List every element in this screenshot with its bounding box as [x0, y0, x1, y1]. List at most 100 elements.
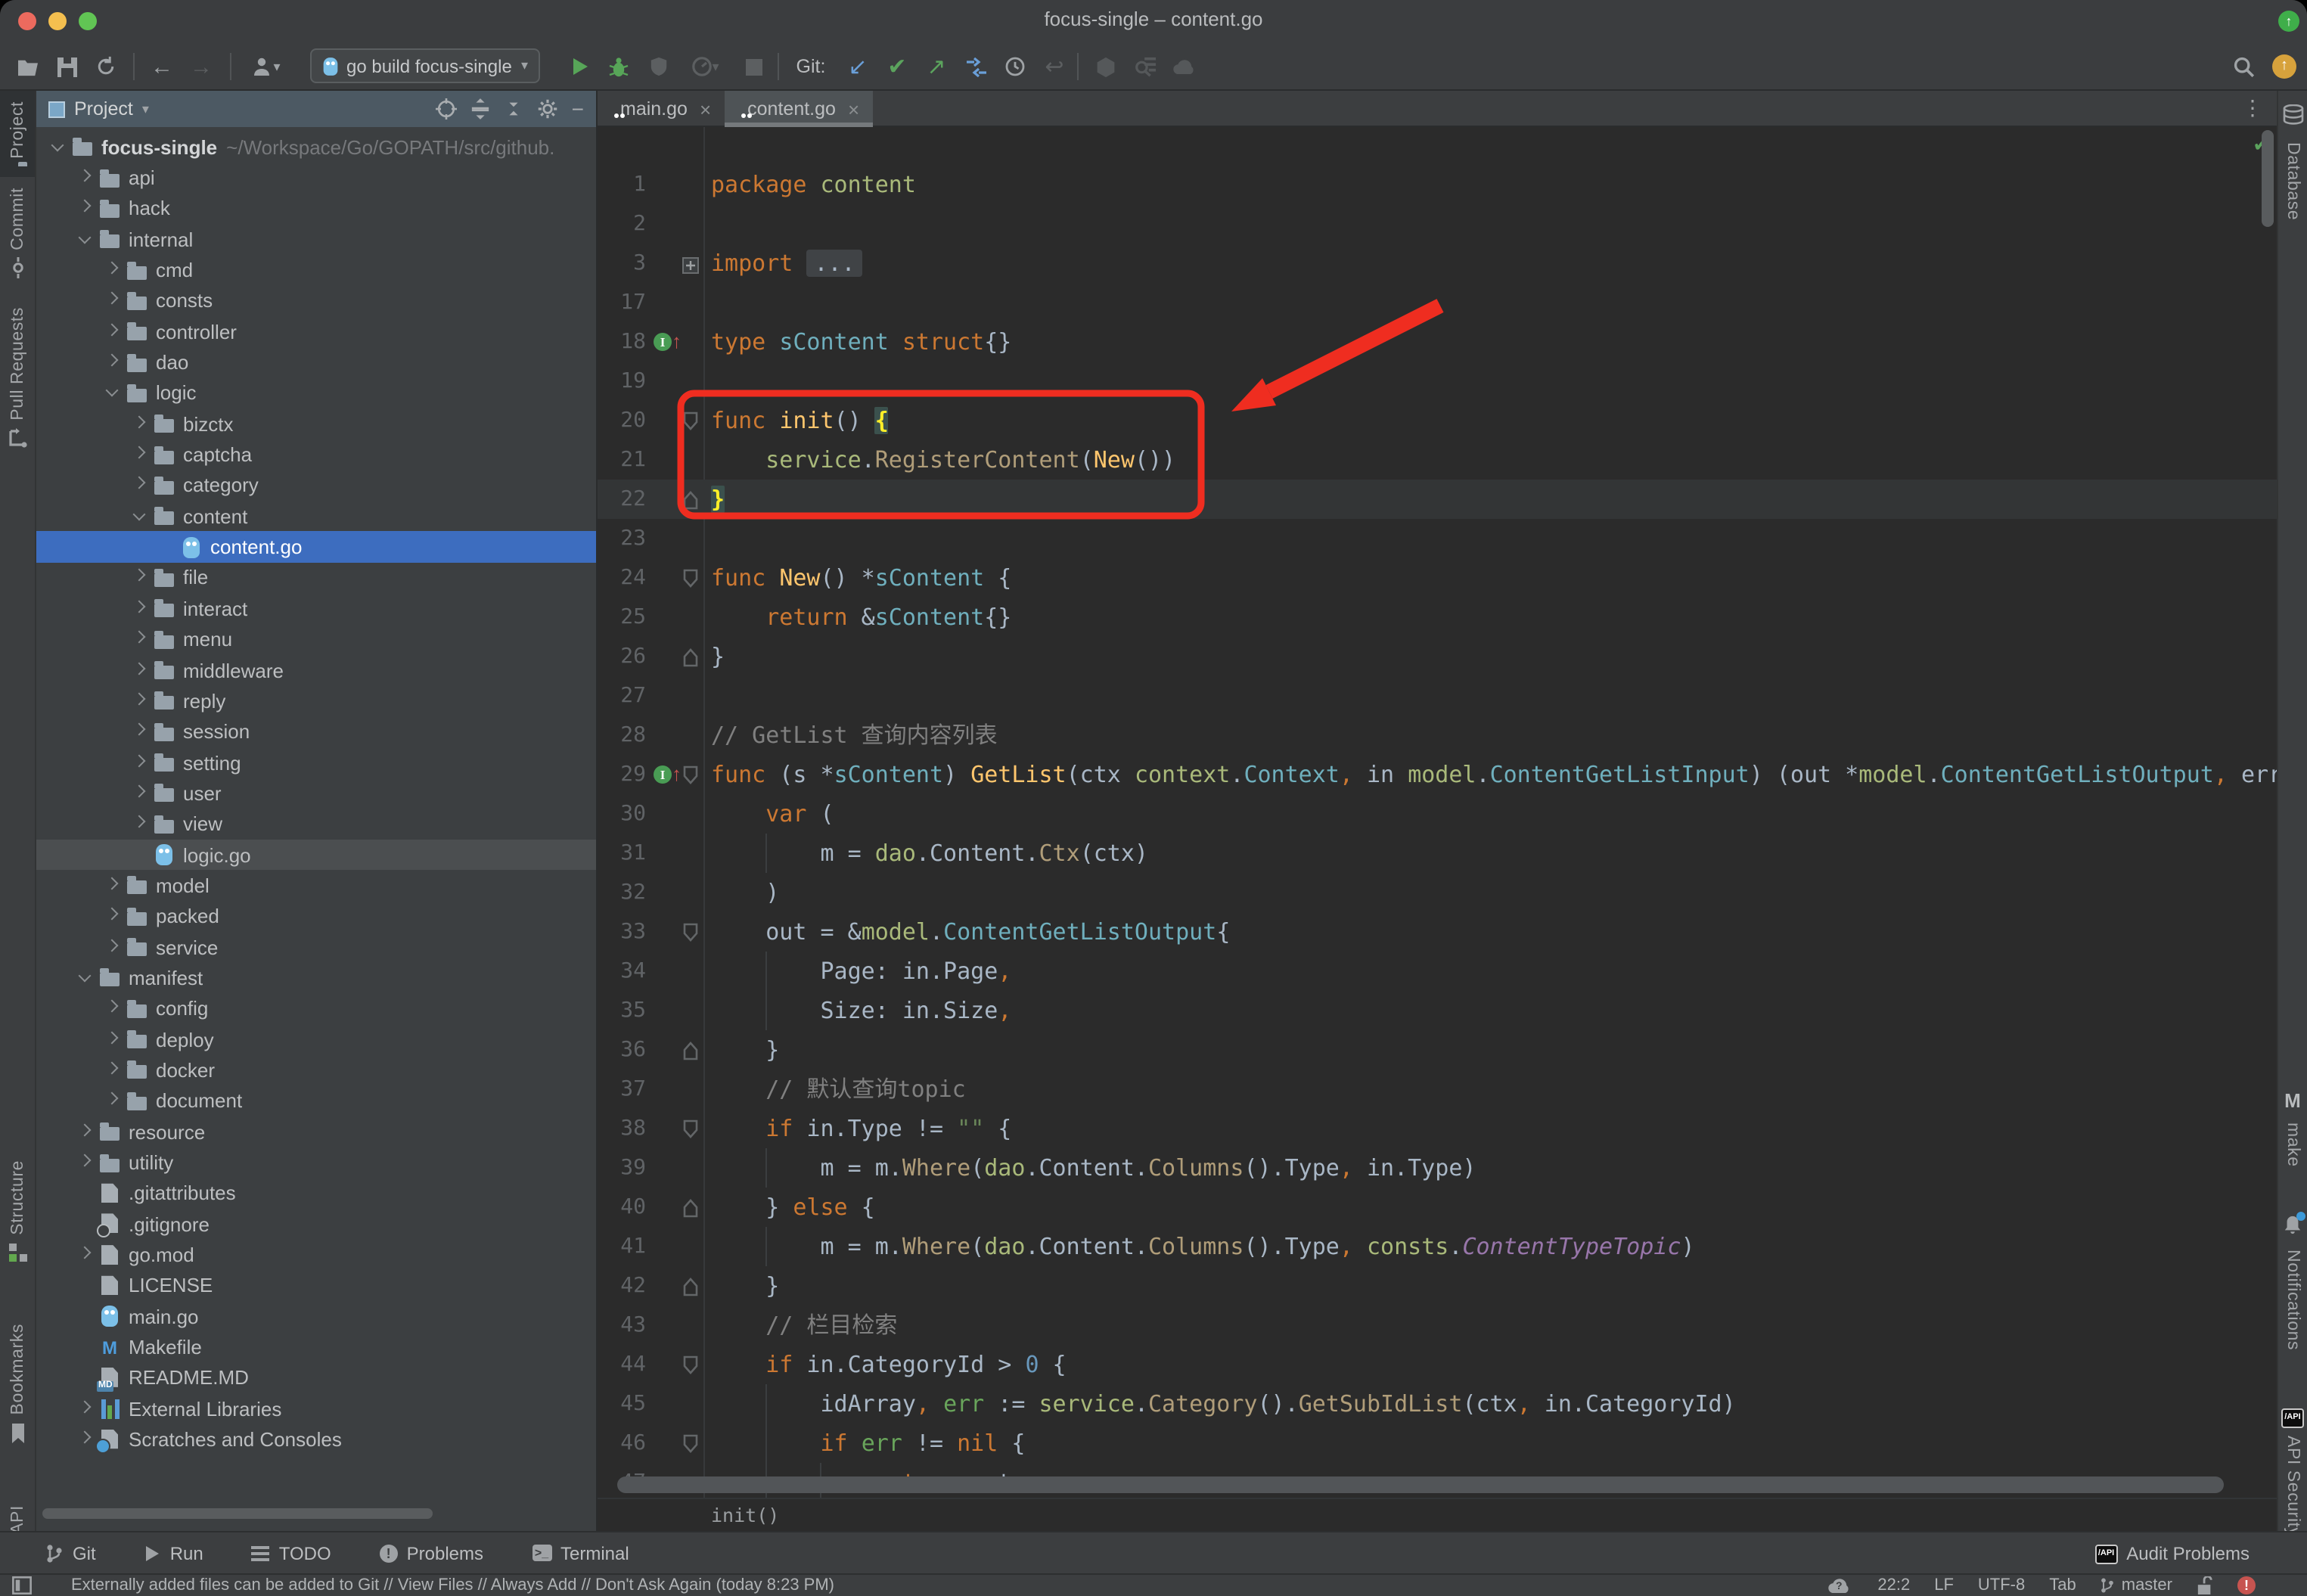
tool-window-button-run[interactable]: Run [144, 1542, 203, 1563]
tree-item-model[interactable]: model [36, 871, 596, 902]
tree-chevron-icon[interactable] [103, 291, 123, 311]
code-line[interactable]: 44 if in.CategoryId > 0 { [598, 1345, 2277, 1384]
indent-style[interactable]: Tab [2049, 1576, 2076, 1594]
git-history-button[interactable] [998, 42, 1032, 91]
code-line[interactable]: 35 Size: in.Size, [598, 991, 2277, 1030]
tree-chevron-icon[interactable] [103, 352, 123, 372]
update-available-badge[interactable]: ↑ [2269, 42, 2299, 91]
fold-marker-icon[interactable] [682, 1040, 699, 1067]
fold-marker-icon[interactable] [682, 1197, 699, 1225]
tree-item-user[interactable]: user [36, 778, 596, 809]
code-line[interactable]: 41 m = m.Where(dao.Content.Columns().Typ… [598, 1227, 2277, 1266]
tool-strip-tab-database[interactable]: Database [2278, 94, 2307, 231]
code-line[interactable]: 37 // 默认查询topic [598, 1070, 2277, 1109]
tree-chevron-icon[interactable] [76, 168, 95, 188]
tree-chevron-icon[interactable] [103, 907, 123, 927]
code-line[interactable]: 30 var ( [598, 794, 2277, 834]
code-line[interactable]: 31 m = dao.Content.Ctx(ctx) [598, 834, 2277, 873]
fold-expand-icon[interactable] [682, 253, 699, 281]
tool-strip-tab-bookmarks[interactable]: Bookmarks [0, 1314, 35, 1461]
code-line[interactable]: 29I↑func (s *sContent) GetList(ctx conte… [598, 755, 2277, 794]
tree-chevron-icon[interactable] [76, 1245, 95, 1265]
tree-item-hack[interactable]: hack [36, 193, 596, 224]
status-message[interactable]: Externally added files can be added to G… [71, 1576, 1803, 1594]
code-line[interactable]: 36 } [598, 1030, 2277, 1070]
fold-marker-icon[interactable] [682, 411, 699, 438]
error-count-badge[interactable]: ! [2237, 1576, 2256, 1594]
code-line[interactable]: 40 } else { [598, 1188, 2277, 1227]
tree-item-license[interactable]: LICENSE [36, 1270, 596, 1301]
tree-item-captcha[interactable]: captcha [36, 439, 596, 470]
tree-item-resource[interactable]: resource [36, 1116, 596, 1147]
tree-chevron-icon[interactable] [76, 968, 95, 988]
tree-chevron-icon[interactable] [103, 1029, 123, 1049]
code-line[interactable]: 24func New() *sContent { [598, 558, 2277, 598]
hide-panel-button[interactable]: − [572, 97, 584, 121]
tree-item-category[interactable]: category [36, 470, 596, 501]
search-everywhere-button[interactable] [2227, 42, 2260, 91]
code-line[interactable]: 32 ) [598, 873, 2277, 912]
tool-window-button-problems[interactable]: !Problems [380, 1542, 483, 1563]
fold-marker-icon[interactable] [682, 1355, 699, 1382]
tree-chevron-icon[interactable] [130, 784, 150, 803]
cursor-position[interactable]: 22:2 [1877, 1576, 1910, 1594]
tree-chevron-icon[interactable] [103, 1091, 123, 1111]
settings-gear-icon[interactable] [537, 98, 558, 120]
tree-item-dao[interactable]: dao [36, 347, 596, 378]
code-line[interactable]: 3import ... [598, 244, 2277, 283]
breadcrumb-context[interactable]: init() [711, 1504, 779, 1526]
tree-item-internal[interactable]: internal [36, 224, 596, 255]
editor-tab-content-go[interactable]: content.go× [725, 91, 873, 127]
tree-item-session[interactable]: session [36, 716, 596, 747]
tree-item-middleware[interactable]: middleware [36, 655, 596, 686]
tree-chevron-icon[interactable] [103, 383, 123, 403]
git-commit-button[interactable]: ✔ [880, 42, 914, 91]
tree-item-document[interactable]: document [36, 1085, 596, 1116]
fold-marker-icon[interactable] [682, 1433, 699, 1461]
tree-chevron-icon[interactable] [130, 691, 150, 711]
code-line[interactable]: 17 [598, 283, 2277, 322]
tree-chevron-icon[interactable] [48, 137, 68, 157]
tab-close-icon[interactable]: × [848, 98, 859, 120]
collapse-all-button[interactable] [504, 98, 523, 120]
tree-chevron-icon[interactable] [76, 1122, 95, 1141]
sync-icon[interactable] [91, 42, 121, 91]
tree-item-.gitattributes[interactable]: .gitattributes [36, 1178, 596, 1209]
tree-chevron-icon[interactable] [130, 415, 150, 434]
tree-item-logic.go[interactable]: logic.go [36, 840, 596, 871]
coverage-button[interactable] [641, 42, 675, 91]
fold-marker-icon[interactable] [682, 1276, 699, 1303]
cloud-icon[interactable] [1168, 42, 1201, 91]
fold-marker-icon[interactable] [682, 568, 699, 595]
tool-strip-tab-notifications[interactable]: Notifications [2278, 1205, 2307, 1362]
tool-window-toggle-icon[interactable] [12, 1576, 32, 1594]
tree-item-docker[interactable]: docker [36, 1055, 596, 1086]
project-view-dropdown[interactable]: ▾ [142, 101, 149, 117]
git-branch-widget[interactable]: master [2101, 1576, 2172, 1594]
tree-item-bizctx[interactable]: bizctx [36, 408, 596, 439]
stop-button[interactable] [738, 42, 768, 91]
tree-chevron-icon[interactable] [76, 199, 95, 219]
tree-chevron-icon[interactable] [130, 629, 150, 649]
open-project-button[interactable] [12, 42, 42, 91]
code-line[interactable]: 18I↑type sContent struct{} [598, 322, 2277, 362]
code-line[interactable]: 46 if err != nil { [598, 1424, 2277, 1463]
save-all-button[interactable] [51, 42, 82, 91]
tree-item-consts[interactable]: consts [36, 285, 596, 316]
code-line[interactable]: 42 } [598, 1266, 2277, 1306]
tree-item-file[interactable]: file [36, 563, 596, 594]
tree-item-deploy[interactable]: deploy [36, 1024, 596, 1055]
tree-chevron-icon[interactable] [103, 999, 123, 1019]
git-rollback-button[interactable]: ↩ [1038, 42, 1071, 91]
code-line[interactable]: 22} [598, 480, 2277, 519]
code-line[interactable]: 34 Page: in.Page, [598, 952, 2277, 991]
tree-chevron-icon[interactable] [130, 507, 150, 526]
tool-strip-tab-make[interactable]: Mmake [2278, 1077, 2307, 1178]
tree-item-interact[interactable]: interact [36, 593, 596, 624]
editor-tab-main-go[interactable]: main.go× [598, 91, 725, 127]
unlock-icon[interactable] [2197, 1576, 2213, 1595]
tree-item-logic[interactable]: logic [36, 378, 596, 409]
tree-item-go.mod[interactable]: go.mod [36, 1240, 596, 1271]
tree-item-main.go[interactable]: main.go [36, 1301, 596, 1332]
git-push-button[interactable]: ↗ [920, 42, 953, 91]
